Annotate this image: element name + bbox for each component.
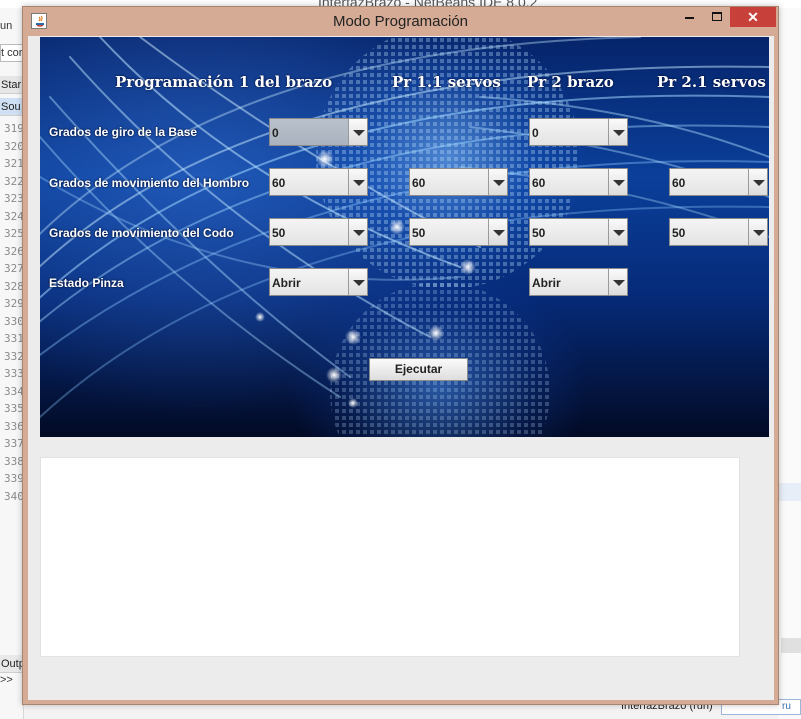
chevron-down-icon[interactable] bbox=[748, 169, 767, 195]
minimize-button[interactable] bbox=[676, 7, 702, 27]
ide-toolbar-label: un bbox=[0, 20, 13, 32]
chevron-down-icon[interactable] bbox=[608, 169, 627, 195]
line-number: 325 bbox=[4, 227, 24, 240]
line-number: 332 bbox=[4, 349, 24, 363]
combo-codo-prog2[interactable]: 50 bbox=[529, 218, 628, 246]
dialog-title-bar[interactable]: Modo Programación ✕ bbox=[23, 7, 778, 35]
header-pr-1-1-servos: Pr 1.1 servos bbox=[392, 73, 501, 91]
chevron-down-icon[interactable] bbox=[608, 119, 627, 145]
combo-value: 60 bbox=[272, 176, 286, 190]
label-codo: Grados de movimiento del Codo bbox=[49, 226, 234, 240]
line-number: 329 bbox=[4, 297, 24, 310]
combo-base-prog1[interactable]: 0 bbox=[269, 118, 368, 146]
label-base: Grados de giro de la Base bbox=[49, 125, 198, 139]
ide-output-tab[interactable]: Outp bbox=[0, 655, 23, 673]
combo-value: 0 bbox=[532, 126, 539, 140]
line-number: 340 bbox=[4, 489, 24, 503]
line-number: 333 bbox=[4, 367, 24, 380]
header-pr-2-1-servos: Pr 2.1 servos bbox=[657, 73, 766, 91]
combo-value: 50 bbox=[532, 226, 546, 240]
combo-hombro-prog2[interactable]: 60 bbox=[529, 168, 628, 196]
chevron-down-icon[interactable] bbox=[488, 219, 507, 245]
combo-hombro-prog1[interactable]: 60 bbox=[269, 168, 368, 196]
close-button[interactable]: ✕ bbox=[730, 7, 776, 27]
combo-value: 0 bbox=[272, 126, 279, 140]
label-pinza: Estado Pinza bbox=[49, 276, 124, 290]
line-number: 336 bbox=[4, 419, 24, 433]
line-number: 327 bbox=[4, 262, 24, 275]
chevron-down-icon[interactable] bbox=[608, 219, 627, 245]
minimize-icon bbox=[685, 17, 694, 19]
combo-codo-prog2-1[interactable]: 50 bbox=[669, 218, 768, 246]
chevron-down-icon[interactable] bbox=[348, 169, 367, 195]
chevron-down-icon[interactable] bbox=[348, 219, 367, 245]
combo-value: 60 bbox=[412, 176, 426, 190]
combo-pinza-prog1[interactable]: Abrir bbox=[269, 268, 368, 296]
combo-value: 50 bbox=[412, 226, 426, 240]
combo-hombro-prog1-1[interactable]: 60 bbox=[409, 168, 508, 196]
line-number: 331 bbox=[4, 332, 24, 345]
combo-value: Abrir bbox=[272, 276, 301, 290]
line-number: 320 bbox=[4, 139, 24, 153]
chevron-down-icon[interactable] bbox=[348, 269, 367, 295]
combo-value: 50 bbox=[672, 226, 686, 240]
line-number: 322 bbox=[4, 174, 24, 188]
output-text-area[interactable] bbox=[40, 457, 740, 657]
chevron-down-icon[interactable] bbox=[488, 169, 507, 195]
line-number: 323 bbox=[4, 192, 24, 205]
combo-value: 50 bbox=[272, 226, 286, 240]
ide-output-arrows[interactable]: >> bbox=[0, 674, 13, 686]
line-number: 335 bbox=[4, 402, 24, 415]
line-number: 321 bbox=[4, 157, 24, 170]
dialog-content: Programación 1 del brazo Pr 1.1 servos P… bbox=[28, 36, 774, 700]
line-number: 337 bbox=[4, 437, 24, 450]
line-number: 328 bbox=[4, 279, 24, 293]
line-number: 330 bbox=[4, 314, 24, 328]
chevron-down-icon[interactable] bbox=[348, 119, 367, 145]
dialog-title: Modo Programación bbox=[332, 13, 469, 30]
line-number: 324 bbox=[4, 209, 24, 223]
ide-line-highlight bbox=[778, 483, 801, 501]
line-number: 334 bbox=[4, 384, 24, 398]
ide-editor-gutter: un t cor Star Sou 319 320 321 322 323 324 325 3… bbox=[0, 8, 24, 719]
header-pr-2-brazo: Pr 2 brazo bbox=[527, 73, 614, 91]
maximize-button[interactable] bbox=[704, 7, 730, 27]
line-number: 338 bbox=[4, 454, 24, 468]
chevron-down-icon[interactable] bbox=[608, 269, 627, 295]
combo-value: 60 bbox=[532, 176, 546, 190]
ide-tab-start[interactable]: Star bbox=[0, 76, 23, 94]
ide-right-margin bbox=[778, 8, 801, 719]
ide-tab-source[interactable]: Sou bbox=[0, 98, 23, 116]
header-programacion-1: Programación 1 del brazo bbox=[115, 73, 333, 91]
programming-dialog: Modo Programación ✕ Programación 1 del b… bbox=[22, 6, 779, 705]
combo-codo-prog1-1[interactable]: 50 bbox=[409, 218, 508, 246]
ide-search-field[interactable]: t cor bbox=[0, 44, 23, 62]
combo-value: Abrir bbox=[532, 276, 561, 290]
chevron-down-icon[interactable] bbox=[748, 219, 767, 245]
combo-base-prog2[interactable]: 0 bbox=[529, 118, 628, 146]
line-number: 326 bbox=[4, 244, 24, 258]
combo-hombro-prog2-1[interactable]: 60 bbox=[669, 168, 768, 196]
line-number: 319 bbox=[4, 122, 24, 135]
combo-value: 60 bbox=[672, 176, 686, 190]
maximize-icon bbox=[712, 12, 722, 21]
label-hombro: Grados de movimiento del Hombro bbox=[49, 176, 250, 190]
combo-pinza-prog2[interactable]: Abrir bbox=[529, 268, 628, 296]
combo-codo-prog1[interactable]: 50 bbox=[269, 218, 368, 246]
close-icon: ✕ bbox=[747, 9, 759, 25]
execute-button[interactable]: Ejecutar bbox=[369, 358, 468, 381]
line-number: 339 bbox=[4, 472, 24, 485]
background-image-panel: Programación 1 del brazo Pr 1.1 servos P… bbox=[40, 37, 769, 437]
ide-scrollbar[interactable] bbox=[781, 638, 801, 653]
